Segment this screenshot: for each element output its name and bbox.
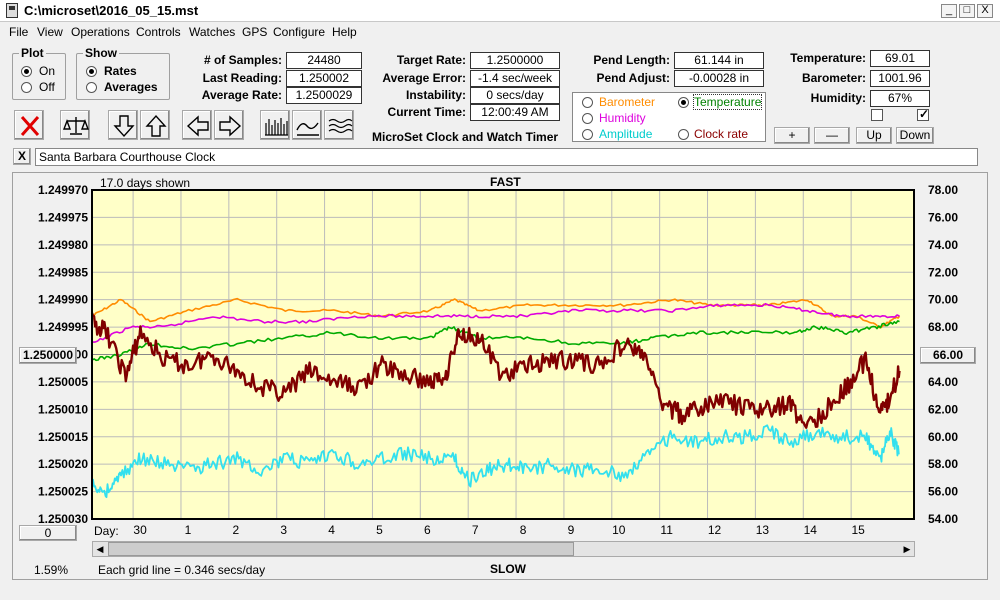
x-tick-label: 4 xyxy=(328,523,335,537)
x-tick-label: 12 xyxy=(708,523,722,537)
scroll-right-icon[interactable]: ▶ xyxy=(900,542,914,556)
x-tick-label: 2 xyxy=(232,523,239,537)
y-right-tick-label: 78.00 xyxy=(928,183,958,197)
y-left-tick-label: 1.249975 xyxy=(38,210,88,224)
x-tick-label: 10 xyxy=(612,523,626,537)
left-axis-value-box[interactable]: 1.250000 xyxy=(19,347,77,364)
x-tick-label: 14 xyxy=(804,523,818,537)
x-tick-label: 7 xyxy=(472,523,479,537)
y-left-tick-label: 1.250010 xyxy=(38,402,88,416)
percent-label: 1.59% xyxy=(34,563,69,577)
scroll-left-icon[interactable]: ◀ xyxy=(93,542,107,556)
slow-label: SLOW xyxy=(490,562,526,576)
y-left-tick-label: 1.249990 xyxy=(38,293,88,307)
y-left-tick-label: 1.250025 xyxy=(38,485,88,499)
x-tick-label: 3 xyxy=(280,523,287,537)
x-tick-label: 15 xyxy=(851,523,865,537)
y-right-tick-label: 64.00 xyxy=(928,375,958,389)
y-left-tick-label: 1.249970 xyxy=(38,183,88,197)
y-right-tick-label: 54.00 xyxy=(928,512,958,526)
y-right-tick-label: 62.00 xyxy=(928,402,958,416)
y-right-tick-label: 68.00 xyxy=(928,320,958,334)
x-tick-label: 6 xyxy=(424,523,431,537)
rate-chart: 1.249970 78.00 1.249975 76.00 1.249980 74.00 1… xyxy=(38,183,958,537)
y-right-tick-label: 58.00 xyxy=(928,457,958,471)
day-axis-label: Day: xyxy=(94,524,119,538)
y-left-tick-label: 1.250020 xyxy=(38,457,88,471)
y-right-tick-label: 56.00 xyxy=(928,485,958,499)
x-tick-label: 5 xyxy=(376,523,383,537)
y-left-tick-label: 1.249995 xyxy=(38,320,88,334)
y-right-tick-label: 70.00 xyxy=(928,293,958,307)
y-left-tick-label: 1.250015 xyxy=(38,430,88,444)
x-tick-label: 11 xyxy=(660,523,673,537)
x-tick-label: 8 xyxy=(520,523,527,537)
zero-value-box[interactable]: 0 xyxy=(19,525,77,541)
x-tick-label: 30 xyxy=(133,523,147,537)
y-left-tick-label: 1.249980 xyxy=(38,238,88,252)
y-right-tick-label: 60.00 xyxy=(928,430,958,444)
y-left-tick-label: 1.249985 xyxy=(38,265,88,279)
y-right-tick-label: 76.00 xyxy=(928,210,958,224)
y-right-tick-label: 74.00 xyxy=(928,238,958,252)
y-left-tick-label: 1.250005 xyxy=(38,375,88,389)
x-tick-label: 13 xyxy=(756,523,770,537)
right-axis-value-box[interactable]: 66.00 xyxy=(920,347,976,364)
y-left-tick-label: 1.250030 xyxy=(38,512,88,526)
x-tick-label: 9 xyxy=(568,523,575,537)
scrollbar-thumb[interactable] xyxy=(108,542,574,556)
x-tick-label: 1 xyxy=(185,523,192,537)
grid-note-label: Each grid line = 0.346 secs/day xyxy=(98,563,266,577)
y-right-tick-label: 72.00 xyxy=(928,265,958,279)
